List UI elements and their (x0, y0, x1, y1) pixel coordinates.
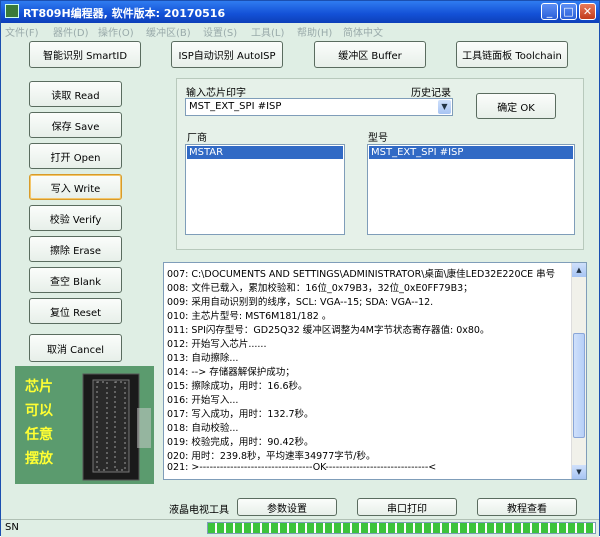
erase-button[interactable]: 擦除 Erase (29, 236, 122, 262)
write-button[interactable]: 写入 Write (29, 174, 122, 200)
window-title: RT809H编程器, 软件版本: 20170516 (23, 7, 226, 20)
menu-buffer[interactable]: 缓冲区(B) (146, 24, 191, 39)
status-bar: SN (1, 519, 599, 537)
log-line: 020: 用时：239.8秒，平均速率34977字节/秒。 (167, 451, 376, 462)
menu-file[interactable]: 文件(F) (5, 24, 39, 39)
vendor-list[interactable]: MSTAR (185, 144, 345, 235)
chip-input-label: 输入芯片印字 (186, 88, 246, 99)
app-window: RT809H编程器, 软件版本: 20170516 _ □ ✕ 文件(F) 器件… (0, 0, 600, 537)
maximize-button[interactable]: □ (560, 3, 577, 20)
chip-photo-text: 可以 (25, 403, 53, 419)
menu-device[interactable]: 器件(D) (53, 24, 89, 39)
chip-photo-text: 芯片 (25, 379, 53, 395)
scroll-down-icon[interactable]: ▼ (572, 465, 586, 479)
log-line: 013: 自动擦除... (167, 353, 239, 364)
progress-bar (207, 522, 596, 534)
log-line: 019: 校验完成，用时：90.42秒。 (167, 437, 314, 448)
sn-label: SN (5, 522, 19, 533)
cancel-button[interactable]: 取消 Cancel (29, 334, 122, 362)
menu-settings[interactable]: 设置(S) (203, 24, 237, 39)
open-button[interactable]: 打开 Open (29, 143, 122, 169)
log-line: 010: 主芯片型号: MST6M181/182 。 (167, 311, 332, 322)
log-line: 021: >---------------------------------O… (167, 462, 437, 473)
chip-socket-image: 芯片 可以 任意 摆放 (15, 366, 154, 484)
model-list[interactable]: MST_EXT_SPI #ISP (367, 144, 575, 235)
close-button[interactable]: ✕ (579, 3, 596, 20)
chip-select-value: MST_EXT_SPI #ISP (189, 101, 282, 112)
buffer-button[interactable]: 缓冲区 Buffer (314, 41, 426, 68)
log-line: 014: --> 存储器解保护成功； (167, 367, 295, 378)
menu-tools[interactable]: 工具(L) (251, 24, 284, 39)
title-bar: RT809H编程器, 软件版本: 20170516 _ □ ✕ (1, 1, 599, 23)
log-line: 009: 采用自动识别到的线序，SCL: VGA--15; SDA: VGA--… (167, 297, 434, 308)
save-button[interactable]: 保存 Save (29, 112, 122, 138)
scroll-thumb[interactable] (573, 333, 585, 438)
model-label: 型号 (368, 133, 388, 144)
history-label: 历史记录 (411, 88, 451, 99)
blank-button[interactable]: 查空 Blank (29, 267, 122, 293)
vendor-label: 厂商 (187, 133, 207, 144)
serial-print-button[interactable]: 串口打印 (357, 498, 457, 516)
menu-language[interactable]: 简体中文 (343, 24, 383, 39)
toolchain-button[interactable]: 工具链面板 Toolchain (456, 41, 568, 68)
app-icon (5, 4, 19, 18)
log-line: 008: 文件已载入，累加校验和：16位_0x79B3，32位_0xE0FF79… (167, 283, 473, 294)
log-line: 016: 开始写入... (167, 395, 239, 406)
log-line: 012: 开始写入芯片...... (167, 339, 267, 350)
log-line: 007: C:\DOCUMENTS AND SETTINGS\ADMINISTR… (167, 269, 556, 280)
verify-button[interactable]: 校验 Verify (29, 205, 122, 231)
read-button[interactable]: 读取 Read (29, 81, 122, 107)
minimize-button[interactable]: _ (541, 3, 558, 20)
log-line: 011: SPI闪存型号：GD25Q32 缓冲区调整为4M字节状态寄存器值: 0… (167, 325, 490, 336)
autoisp-button[interactable]: ISP自动识别 AutoISP (171, 41, 283, 68)
smartid-button[interactable]: 智能识别 SmartID (29, 41, 141, 68)
log-line: 017: 写入成功，用时：132.7秒。 (167, 409, 314, 420)
log-output[interactable]: 007: C:\DOCUMENTS AND SETTINGS\ADMINISTR… (163, 262, 587, 480)
chip-photo-text: 摆放 (25, 451, 53, 467)
zif-socket-icon (82, 373, 151, 481)
menu-operation[interactable]: 操作(O) (98, 24, 134, 39)
progress-fill (208, 523, 595, 533)
reset-button[interactable]: 复位 Reset (29, 298, 122, 324)
log-line: 015: 擦除成功，用时：16.6秒。 (167, 381, 308, 392)
chip-photo-text: 任意 (25, 427, 53, 443)
log-scrollbar[interactable]: ▲ ▼ (571, 263, 586, 479)
ok-button[interactable]: 确定 OK (476, 93, 556, 119)
params-button[interactable]: 参数设置 (237, 498, 337, 516)
menu-help[interactable]: 帮助(H) (297, 24, 332, 39)
tv-tools-label: 液晶电视工具 (169, 505, 229, 516)
log-line: 018: 自动校验... (167, 423, 239, 434)
chip-select[interactable]: MST_EXT_SPI #ISP ▼ (185, 98, 453, 116)
model-list-item[interactable]: MST_EXT_SPI #ISP (369, 146, 573, 159)
chevron-down-icon[interactable]: ▼ (438, 100, 451, 114)
scroll-up-icon[interactable]: ▲ (572, 263, 586, 277)
vendor-list-item[interactable]: MSTAR (187, 146, 343, 159)
tutorial-button[interactable]: 教程查看 (477, 498, 577, 516)
menu-bar: 文件(F) 器件(D) 操作(O) 缓冲区(B) 设置(S) 工具(L) 帮助(… (1, 23, 599, 39)
